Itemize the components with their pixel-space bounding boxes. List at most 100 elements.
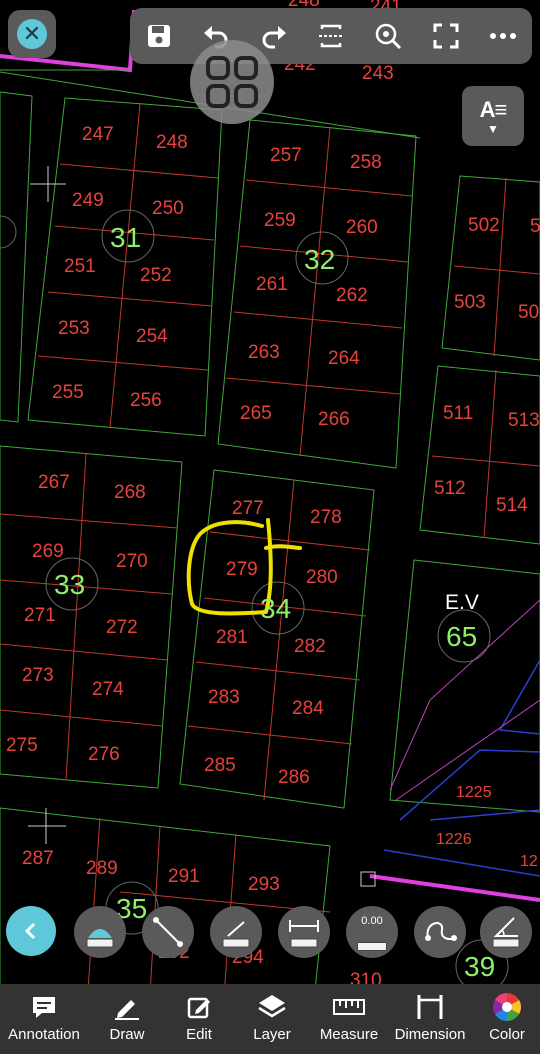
grid-menu-button[interactable]	[190, 40, 274, 124]
svg-text:511: 511	[443, 403, 473, 424]
text-style-button[interactable]: A≡ ▼	[462, 86, 524, 146]
svg-text:253: 253	[58, 318, 90, 339]
svg-text:256: 256	[130, 390, 162, 411]
nav-dimension[interactable]: Dimension	[390, 984, 470, 1054]
svg-text:258: 258	[350, 152, 382, 173]
svg-text:E.V: E.V	[445, 591, 479, 614]
nav-measure-label: Measure	[319, 1026, 379, 1043]
svg-text:279: 279	[226, 559, 258, 580]
svg-text:252: 252	[140, 265, 172, 286]
svg-text:282: 282	[294, 636, 326, 657]
svg-text:285: 285	[204, 755, 236, 776]
svg-text:270: 270	[116, 551, 148, 572]
svg-text:243: 243	[362, 63, 394, 84]
angle-measure-icon	[492, 917, 520, 948]
chevron-down-icon: ▼	[487, 122, 499, 136]
svg-text:280: 280	[306, 567, 338, 588]
svg-text:251: 251	[64, 256, 96, 277]
svg-text:287: 287	[22, 848, 54, 869]
svg-text:264: 264	[328, 348, 360, 369]
distance-measure-tool[interactable]	[278, 906, 330, 958]
nav-edit[interactable]: Edit	[166, 984, 232, 1054]
svg-text:34: 34	[260, 593, 291, 624]
svg-text:266: 266	[318, 409, 350, 430]
snap-marker	[360, 871, 376, 887]
svg-text:31: 31	[110, 222, 141, 253]
nav-draw[interactable]: Draw	[92, 984, 162, 1054]
distance-measure-icon	[289, 920, 319, 948]
svg-text:255: 255	[52, 382, 84, 403]
segment-measure-tool[interactable]	[210, 906, 262, 958]
svg-text:271: 271	[24, 605, 56, 626]
dimension-icon	[417, 995, 443, 1019]
text-style-label: A≡	[479, 97, 508, 122]
fullscreen-icon[interactable]	[424, 14, 468, 58]
svg-text:277: 277	[232, 498, 264, 519]
grid-icon	[206, 56, 258, 108]
svg-text:268: 268	[114, 482, 146, 503]
line-measure-icon	[153, 917, 183, 947]
back-button[interactable]	[6, 906, 56, 956]
svg-text:248: 248	[156, 132, 188, 153]
curve-measure-tool[interactable]	[414, 906, 466, 958]
svg-text:65: 65	[446, 621, 477, 652]
pencil-icon	[115, 1000, 139, 1020]
close-button[interactable]: ✕	[8, 10, 56, 58]
svg-text:259: 259	[264, 210, 296, 231]
svg-text:278: 278	[310, 507, 342, 528]
more-icon[interactable]	[481, 14, 525, 58]
svg-text:273: 273	[22, 665, 54, 686]
svg-text:260: 260	[346, 217, 378, 238]
svg-text:262: 262	[336, 285, 368, 306]
value-measure-tool[interactable]: 0.00	[346, 906, 398, 958]
nav-dimension-label: Dimension	[394, 1026, 466, 1043]
nav-layer[interactable]: Layer	[236, 984, 308, 1054]
zoom-search-icon[interactable]	[366, 14, 410, 58]
nav-measure[interactable]: Measure	[312, 984, 386, 1054]
svg-text:1225: 1225	[456, 784, 492, 801]
color-wheel-icon	[493, 993, 521, 1021]
svg-text:267: 267	[38, 472, 70, 493]
nav-draw-label: Draw	[109, 1026, 145, 1043]
svg-text:291: 291	[168, 866, 200, 887]
svg-text:247: 247	[82, 124, 114, 145]
svg-text:263: 263	[248, 342, 280, 363]
svg-text:275: 275	[6, 735, 38, 756]
svg-text:257: 257	[270, 145, 302, 166]
bottom-navigation: Annotation Draw Edit Layer Measure Dimen…	[0, 984, 540, 1054]
svg-text:250: 250	[152, 198, 184, 219]
area-measure-tool[interactable]	[74, 906, 126, 958]
nav-color-label: Color	[489, 1026, 525, 1043]
curve-measure-icon	[425, 922, 457, 941]
measure-tools-row: 0.00	[72, 902, 540, 962]
nav-color[interactable]: Color	[474, 984, 540, 1054]
edit-icon	[187, 997, 210, 1019]
svg-text:5: 5	[530, 216, 540, 237]
top-toolbar	[130, 8, 532, 64]
angle-measure-tool[interactable]	[480, 906, 532, 958]
svg-text:269: 269	[32, 541, 64, 562]
nav-annotation[interactable]: Annotation	[0, 984, 88, 1054]
svg-text:276: 276	[88, 744, 120, 765]
svg-text:502: 502	[468, 215, 500, 236]
segment-measure-icon	[222, 921, 250, 948]
svg-text:12: 12	[520, 853, 538, 870]
svg-text:283: 283	[208, 687, 240, 708]
svg-text:261: 261	[256, 274, 288, 295]
svg-text:249: 249	[72, 190, 104, 211]
close-icon: ✕	[17, 19, 47, 49]
svg-text:513: 513	[508, 410, 540, 431]
property-boundary	[0, 9, 540, 902]
ruler-icon	[357, 942, 387, 951]
line-measure-tool[interactable]	[142, 906, 194, 958]
lot-labels: 247 248 249 250 251 252 253 254 255 256 …	[6, 0, 540, 991]
cad-drawing-canvas[interactable]: 247 248 249 250 251 252 253 254 255 256 …	[0, 0, 540, 1054]
svg-text:503: 503	[454, 292, 486, 313]
save-icon[interactable]	[137, 14, 181, 58]
svg-text:1226: 1226	[436, 831, 472, 848]
svg-text:254: 254	[136, 326, 168, 347]
layers-icon	[258, 995, 286, 1018]
fit-width-icon[interactable]	[309, 14, 353, 58]
svg-text:289: 289	[86, 858, 118, 879]
svg-text:33: 33	[54, 569, 85, 600]
